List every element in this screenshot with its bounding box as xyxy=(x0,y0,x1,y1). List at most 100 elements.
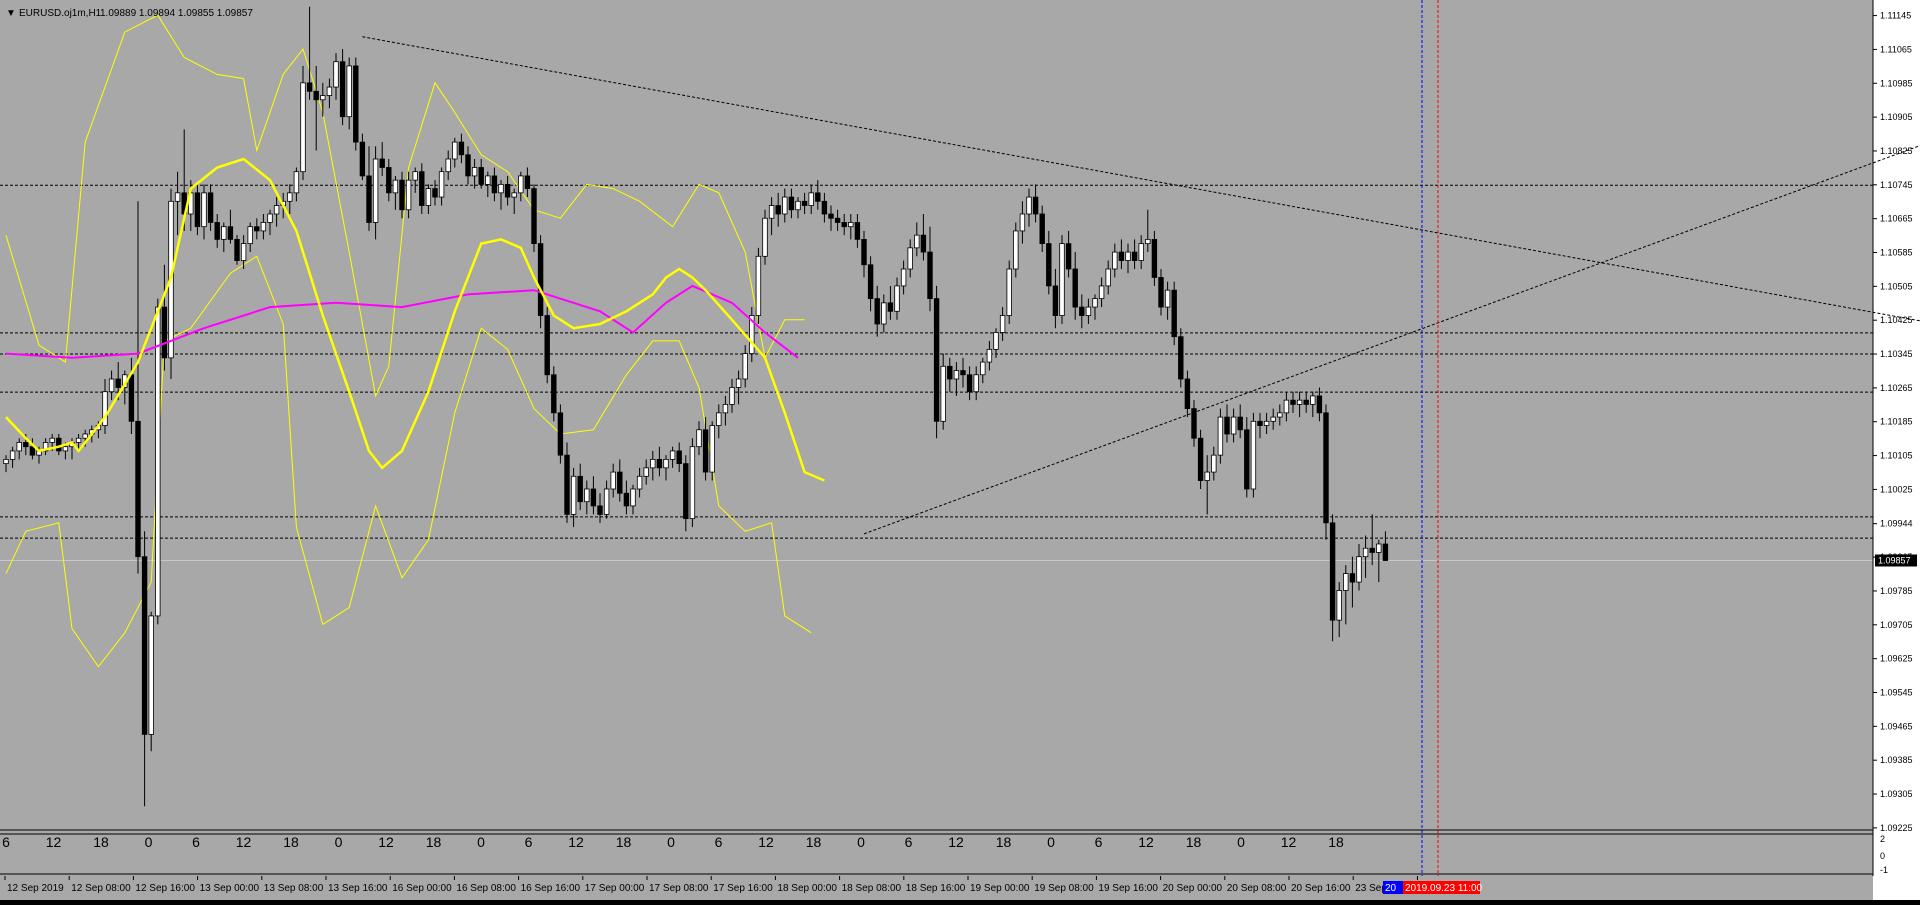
candle-body-bull xyxy=(201,192,207,228)
date-label: 13 Sep 08:00 xyxy=(264,883,324,894)
candle xyxy=(544,307,550,384)
candle-body-bear xyxy=(141,556,148,735)
candle-body-bull xyxy=(174,192,181,202)
candle-body-bear xyxy=(29,446,36,456)
candle-body-bear xyxy=(458,141,465,156)
candle-body-bull xyxy=(696,429,702,448)
candle-body-bull xyxy=(1296,399,1303,405)
date-label: 18 Sep 08:00 xyxy=(842,883,902,894)
candle-body-bull xyxy=(518,175,524,194)
candle-body-bull xyxy=(1092,298,1098,308)
candle-body-bear xyxy=(1369,547,1375,553)
mt4-chart-window[interactable]: 1.11145 1.11065 1.10985 1.10905 1.10825 1.107… xyxy=(0,0,1920,900)
hour-label: 12 xyxy=(1138,834,1154,850)
candle xyxy=(1323,404,1329,540)
candle-body-bear xyxy=(478,167,484,185)
chart-ohlc: 1.09889 1.09894 1.09855 1.09857 xyxy=(100,8,253,19)
candle xyxy=(1197,429,1204,489)
candle xyxy=(762,209,768,265)
candle-body-bear xyxy=(214,222,220,240)
candle xyxy=(1006,260,1012,324)
date-label: 12 Sep 08:00 xyxy=(71,883,131,894)
candle-body-bull xyxy=(1217,416,1224,456)
candle-body-bear xyxy=(1052,285,1059,316)
sub-axis-label: 0 xyxy=(1880,851,1885,861)
candle-body-bear xyxy=(1046,243,1052,287)
candle xyxy=(755,247,762,324)
hour-label: 0 xyxy=(1237,834,1245,850)
candle-body-bull xyxy=(663,458,669,469)
candle-body-bull xyxy=(405,179,412,211)
candle-body-bear xyxy=(419,171,425,206)
candle-body-bear xyxy=(366,175,372,223)
candle-body-bear xyxy=(128,374,135,422)
price-tick-label: 1.10505 xyxy=(1880,281,1913,291)
candle-body-bull xyxy=(1376,543,1382,553)
candle-body-bear xyxy=(656,458,663,469)
price-tick-label: 1.10745 xyxy=(1880,180,1913,190)
chart-svg[interactable]: 1.11145 1.11065 1.10985 1.10905 1.10825 1.107… xyxy=(0,0,1920,900)
date-label: 19 Sep 16:00 xyxy=(1098,883,1158,894)
candle xyxy=(1151,230,1158,286)
date-label: 18 Sep 16:00 xyxy=(906,883,966,894)
candle-body-bear xyxy=(828,213,834,219)
chart-header-arrow[interactable]: ▼ xyxy=(6,8,16,19)
candle-body-bear xyxy=(1065,243,1072,270)
candle-body-bear xyxy=(577,475,583,503)
candle-body-bull xyxy=(914,234,920,249)
hour-label: 0 xyxy=(857,834,865,850)
candle-body-bear xyxy=(815,192,821,202)
current-price-label: 1.09857 xyxy=(1878,556,1911,566)
candle-body-bear xyxy=(887,302,894,312)
candle-body-bull xyxy=(940,365,946,422)
candle xyxy=(353,57,359,151)
price-tick-label: 1.09944 xyxy=(1880,519,1913,529)
hour-label: 18 xyxy=(806,834,822,850)
candle-body-bull xyxy=(1277,412,1283,418)
candle-body-bull xyxy=(293,171,300,194)
candle-body-bear xyxy=(306,82,313,92)
candle-body-bull xyxy=(155,306,161,617)
candle-body-bear xyxy=(1191,408,1197,439)
hour-label: 12 xyxy=(1281,834,1297,850)
price-tick-label: 1.09305 xyxy=(1880,789,1913,799)
candle-body-bull xyxy=(1059,243,1065,316)
candle-body-bear xyxy=(933,298,940,422)
candle-body-bull xyxy=(108,378,115,393)
candle-body-bear xyxy=(966,374,973,393)
candle-body-bear xyxy=(1197,437,1204,481)
candle-body-bull xyxy=(1085,306,1092,316)
candle-body-bull xyxy=(980,361,986,376)
candle-body-bull xyxy=(320,95,326,101)
date-label: 20 Sep 16:00 xyxy=(1291,883,1351,894)
candle-body-bear xyxy=(359,141,366,177)
candle-body-bull xyxy=(62,446,69,452)
candle-body-bear xyxy=(1072,268,1078,308)
candle-body-bear xyxy=(683,463,689,520)
candle xyxy=(234,235,240,265)
candle-body-bull xyxy=(471,167,478,177)
candle-body-bear xyxy=(399,179,405,211)
candle-body-bear xyxy=(702,429,709,473)
candle-body-bear xyxy=(801,200,808,206)
price-tick-label: 1.09385 xyxy=(1880,755,1913,765)
price-tick-label: 1.11145 xyxy=(1880,11,1911,21)
candle-body-bear xyxy=(1178,336,1184,380)
candle xyxy=(689,438,696,528)
candle-body-bull xyxy=(273,205,280,215)
candle-body-bull xyxy=(848,222,854,228)
candle-body-bear xyxy=(821,200,828,215)
price-tick-label: 1.10985 xyxy=(1880,78,1913,88)
candle-body-bull xyxy=(326,86,333,96)
candle-body-bear xyxy=(537,243,544,316)
candle-body-bear xyxy=(623,492,630,507)
candle-body-bull xyxy=(768,205,775,219)
date-label: 13 Sep 00:00 xyxy=(200,883,260,894)
date-label: 13 Sep 16:00 xyxy=(328,883,388,894)
candle-body-bull xyxy=(1250,420,1257,490)
chart-background xyxy=(0,0,1920,900)
hour-label: 6 xyxy=(1095,834,1103,850)
price-tick-label: 1.10185 xyxy=(1880,417,1913,427)
candle-body-bull xyxy=(1026,196,1032,215)
date-label: 20 Sep 00:00 xyxy=(1163,883,1223,894)
